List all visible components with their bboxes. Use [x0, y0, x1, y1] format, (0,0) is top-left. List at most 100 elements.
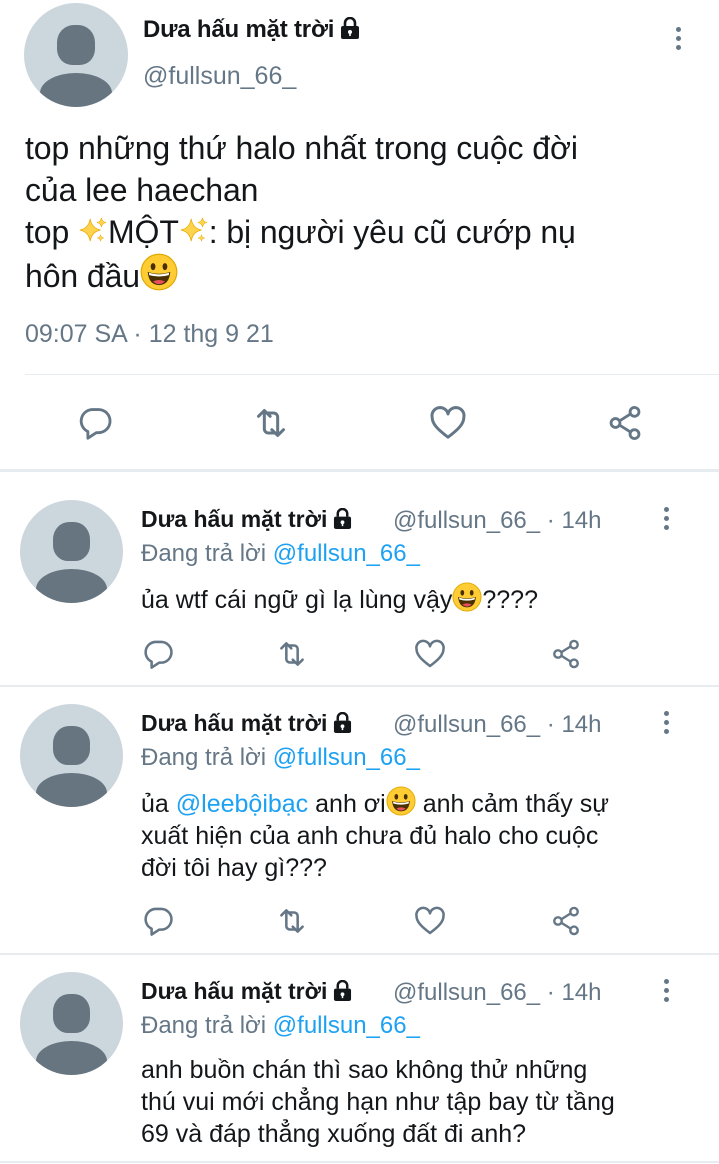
- retweet-button[interactable]: [274, 903, 310, 939]
- reply-button[interactable]: [140, 903, 176, 939]
- reply-text-line: xuất hiện của anh chưa đủ halo cho cuộc: [141, 822, 599, 850]
- tweet-text-line: top MỘT : bị người yêu cũ cướp nụ: [25, 211, 705, 253]
- reply-text-line: anh buồn chán thì sao không thử những: [141, 1056, 588, 1084]
- display-name-text: Dưa hấu mặt trời: [141, 710, 328, 736]
- like-icon: [413, 637, 447, 671]
- like-button[interactable]: [412, 903, 448, 939]
- retweet-icon: [275, 904, 309, 938]
- reply-text-line: thú vui mới chẳng hạn như tập bay từ tần…: [141, 1088, 615, 1116]
- retweet-button[interactable]: [249, 401, 293, 445]
- like-button[interactable]: [426, 401, 470, 445]
- tweet-text-fragment: MỘT: [107, 214, 179, 250]
- more-options-icon[interactable]: [672, 27, 684, 50]
- user-handle[interactable]: @fullsun_66_: [143, 62, 296, 91]
- tweet-text-line: top những thứ halo nhất trong cuộc đời: [25, 130, 578, 166]
- reply-text: ủa @leebộibạc anh ơi anh cảm thấy sự xuấ…: [141, 786, 671, 884]
- avatar-head-shape: [57, 25, 95, 65]
- grinning-face-emoji-icon: [386, 786, 416, 816]
- reply-text-line: 69 và đáp thẳng xuống đất đi anh?: [141, 1120, 527, 1148]
- avatar-body-shape: [36, 773, 107, 807]
- display-name[interactable]: Dưa hấu mặt trời: [141, 978, 352, 1005]
- tweet-timestamp[interactable]: 09:07 SA · 12 thg 9 21: [25, 320, 274, 349]
- display-name[interactable]: Dưa hấu mặt trời: [143, 16, 360, 44]
- user-mention-link[interactable]: @leebộibạc: [176, 790, 308, 818]
- display-name[interactable]: Dưa hấu mặt trời: [141, 710, 352, 737]
- avatar[interactable]: [20, 972, 123, 1075]
- share-icon: [550, 638, 582, 670]
- replying-to: Đang trả lời @fullsun_66_: [141, 1012, 420, 1040]
- replying-to: Đang trả lời @fullsun_66_: [141, 540, 420, 568]
- display-name-text: Dưa hấu mặt trời: [141, 978, 328, 1004]
- share-icon: [606, 404, 644, 442]
- share-button[interactable]: [603, 401, 647, 445]
- display-name-text: Dưa hấu mặt trời: [143, 16, 335, 43]
- sparkles-emoji-icon: [179, 215, 209, 245]
- tweet-text-fragment: hôn đầu: [25, 258, 140, 294]
- avatar[interactable]: [24, 3, 128, 107]
- avatar-head-shape: [53, 726, 90, 765]
- reply-icon: [141, 904, 175, 938]
- tweet-text: top những thứ halo nhất trong cuộc đời c…: [25, 127, 705, 297]
- retweet-icon: [251, 403, 291, 443]
- more-options-icon[interactable]: [660, 507, 672, 530]
- avatar-head-shape: [53, 522, 90, 561]
- more-options-icon[interactable]: [660, 979, 672, 1002]
- avatar[interactable]: [20, 500, 123, 603]
- reply-text-fragment: anh cảm thấy sự: [415, 790, 609, 818]
- reply-text: ủa wtf cái ngữ gì lạ lùng vậy????: [141, 582, 671, 616]
- grinning-face-emoji-icon: [140, 253, 178, 291]
- handle-and-time[interactable]: @fullsun_66_ · 14h: [393, 979, 602, 1007]
- replying-to-label: Đang trả lời: [141, 540, 267, 567]
- divider: [25, 374, 719, 375]
- reply-text: anh buồn chán thì sao không thử những th…: [141, 1054, 701, 1150]
- lock-icon: [340, 17, 360, 39]
- reply-icon: [141, 637, 175, 671]
- share-button[interactable]: [548, 636, 584, 672]
- handle-and-time[interactable]: @fullsun_66_ · 14h: [393, 507, 602, 535]
- avatar-body-shape: [36, 569, 107, 603]
- divider: [0, 469, 719, 472]
- replying-to-mention[interactable]: @fullsun_66_: [273, 744, 420, 771]
- replying-to-mention[interactable]: @fullsun_66_: [273, 1012, 420, 1039]
- reply-text-line: ủa @leebộibạc anh ơi anh cảm thấy sự: [141, 786, 671, 820]
- replying-to-label: Đang trả lời: [141, 744, 267, 771]
- reply-button[interactable]: [140, 636, 176, 672]
- handle-and-time[interactable]: @fullsun_66_ · 14h: [393, 711, 602, 739]
- share-button[interactable]: [548, 903, 584, 939]
- retweet-icon: [275, 637, 309, 671]
- display-name[interactable]: Dưa hấu mặt trời: [141, 506, 352, 533]
- reply-text-fragment: ????: [482, 586, 538, 614]
- like-icon: [428, 403, 468, 443]
- avatar[interactable]: [20, 704, 123, 807]
- sparkles-emoji-icon: [78, 215, 108, 245]
- retweet-button[interactable]: [274, 636, 310, 672]
- reply-text-fragment: ủa: [141, 790, 176, 818]
- reply-button[interactable]: [73, 401, 117, 445]
- reply-icon: [76, 404, 114, 442]
- avatar-body-shape: [40, 73, 112, 107]
- avatar-body-shape: [36, 1041, 107, 1075]
- lock-icon: [333, 980, 352, 1001]
- replying-to: Đang trả lời @fullsun_66_: [141, 744, 420, 772]
- divider: [0, 1161, 719, 1163]
- tweet-text-fragment: : bị người yêu cũ cướp nụ: [208, 214, 576, 250]
- reply-text-fragment: ủa wtf cái ngữ gì lạ lùng vậy: [141, 586, 453, 614]
- grinning-face-emoji-icon: [452, 582, 482, 612]
- lock-icon: [333, 712, 352, 733]
- like-button[interactable]: [412, 636, 448, 672]
- reply-text-fragment: anh ơi: [308, 790, 386, 818]
- lock-icon: [333, 508, 352, 529]
- avatar-head-shape: [53, 994, 90, 1033]
- like-icon: [413, 904, 447, 938]
- tweet-text-line: hôn đầu: [25, 253, 705, 297]
- tweet-text-line: của lee haechan: [25, 172, 259, 208]
- replying-to-label: Đang trả lời: [141, 1012, 267, 1039]
- divider: [0, 685, 719, 687]
- share-icon: [550, 905, 582, 937]
- more-options-icon[interactable]: [660, 711, 672, 734]
- replying-to-mention[interactable]: @fullsun_66_: [273, 540, 420, 567]
- divider: [0, 953, 719, 955]
- tweet-text-fragment: top: [25, 214, 78, 250]
- display-name-text: Dưa hấu mặt trời: [141, 506, 328, 532]
- reply-text-line: đời tôi hay gì???: [141, 854, 327, 882]
